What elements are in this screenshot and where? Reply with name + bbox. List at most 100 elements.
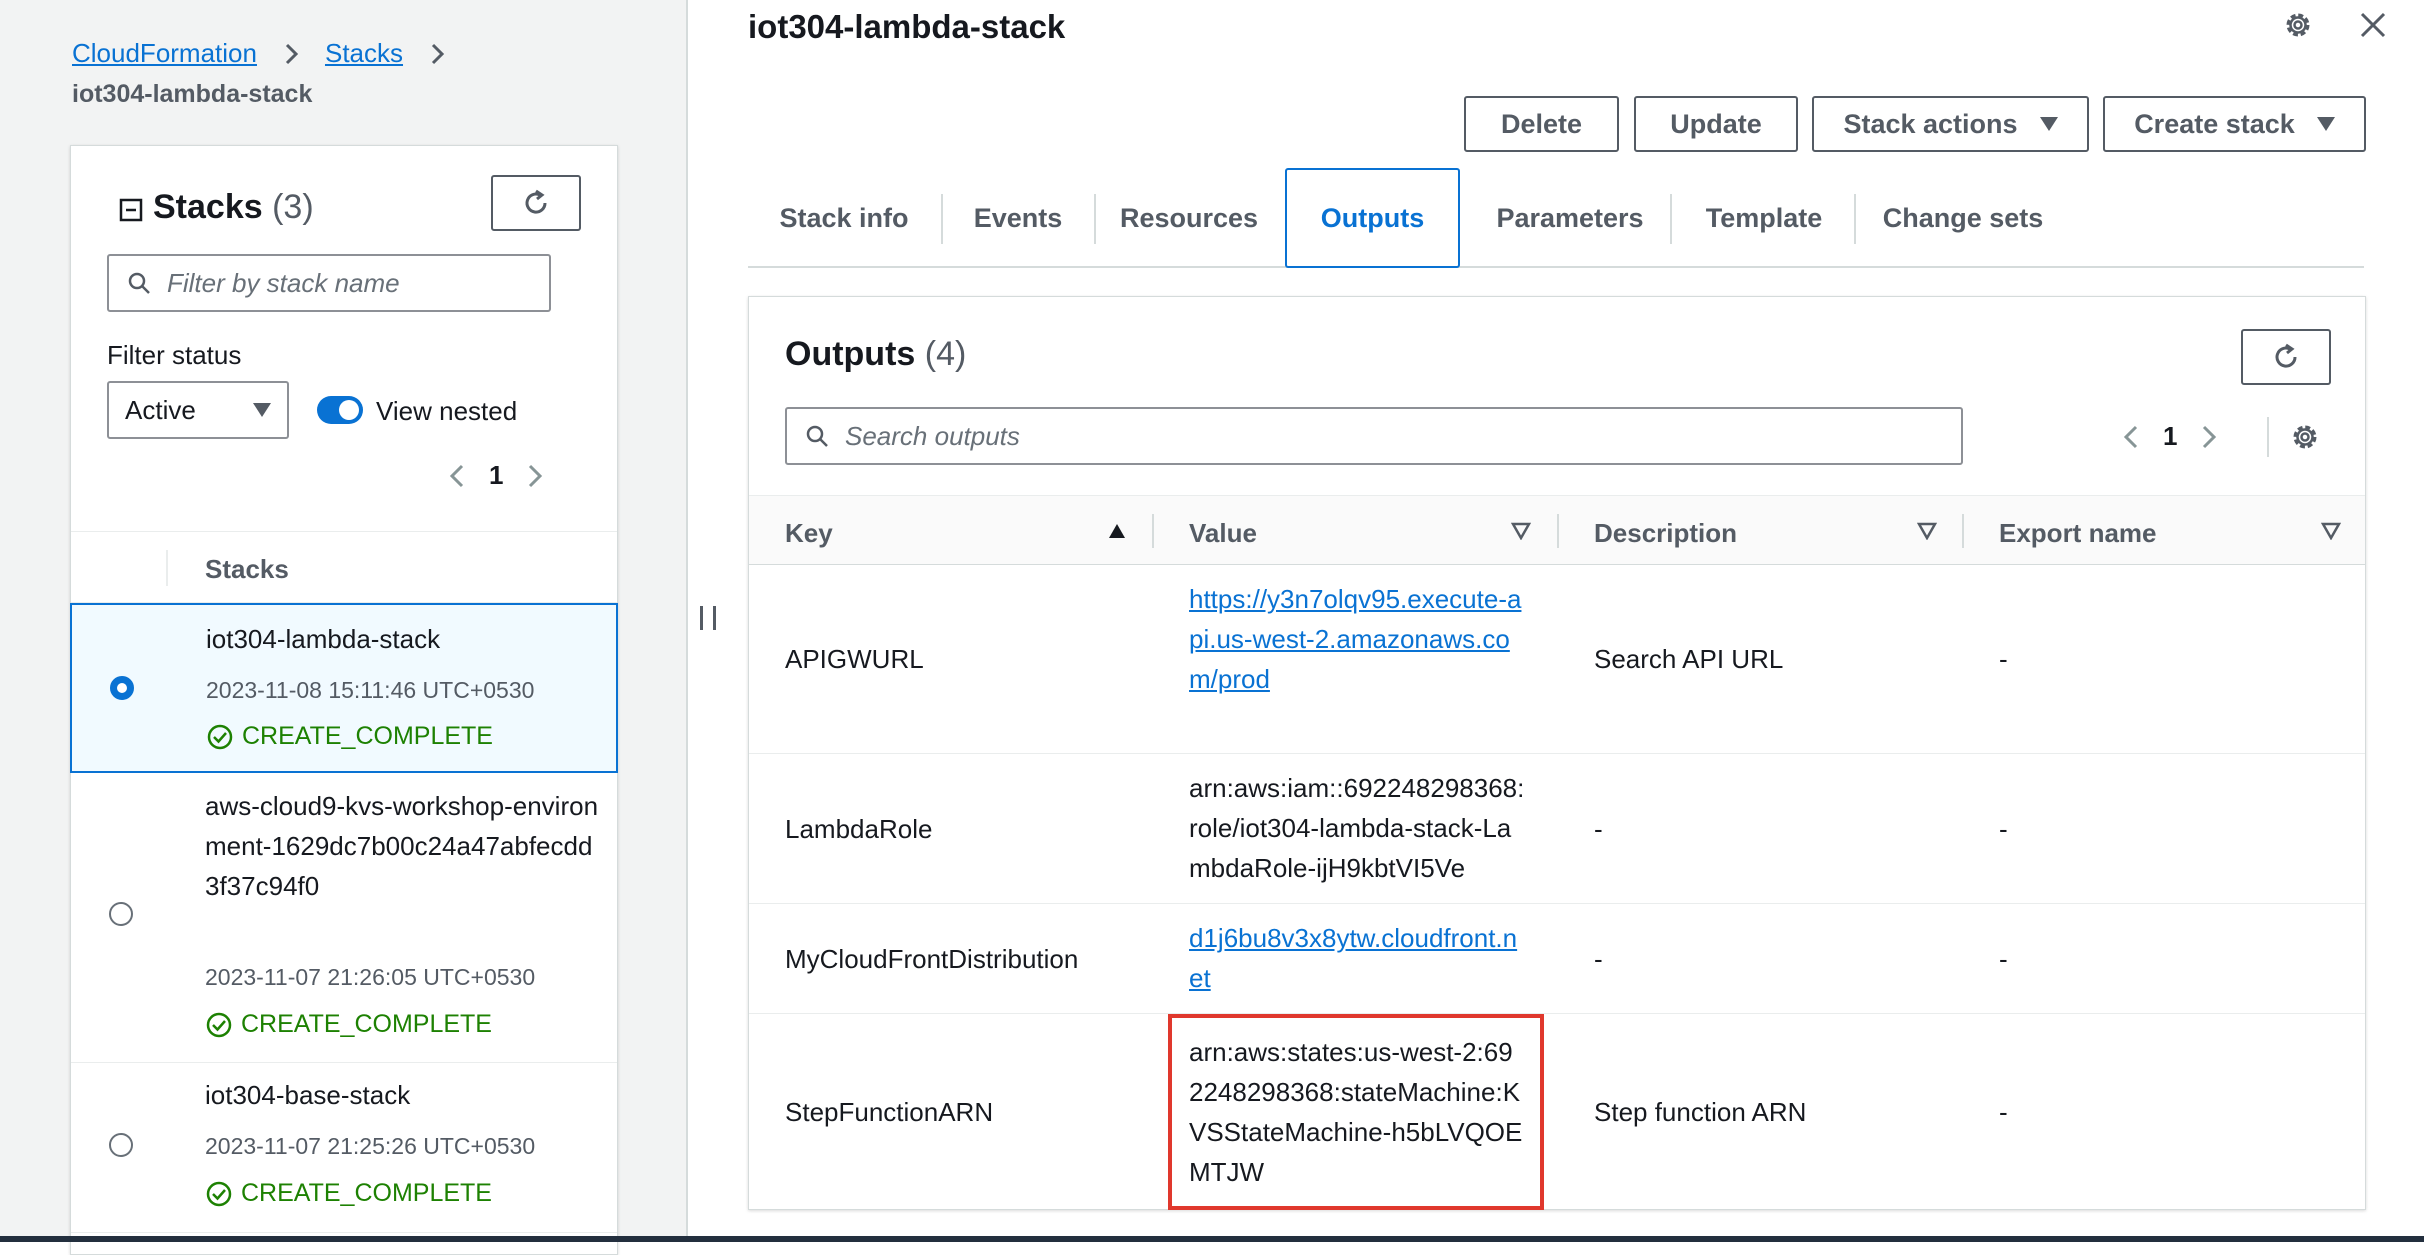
stack-radio[interactable] [110,676,134,700]
breadcrumb: CloudFormation Stacks [72,38,471,69]
stack-status: CREATE_COMPLETE [206,722,493,751]
tab-parameters[interactable]: Parameters [1462,168,1678,268]
refresh-icon [2275,343,2297,368]
settings-icon[interactable] [2282,9,2314,41]
column-header-export-name[interactable]: Export name [1999,518,2157,549]
highlight-annotation-box [1168,1014,1544,1210]
stacks-pagination: 1 [447,460,545,491]
stack-actions-label: Stack actions [1843,108,2018,139]
sort-icon[interactable] [1917,522,1937,540]
close-icon[interactable] [2357,9,2389,41]
settings-icon[interactable] [2289,421,2321,453]
output-export-name: - [1999,1097,2008,1127]
column-header-description[interactable]: Description [1594,518,1737,549]
stack-filter-input[interactable] [165,266,549,300]
tab-resources[interactable]: Resources [1096,168,1282,268]
filter-status-select[interactable]: Active [107,381,289,439]
tab-stack-info[interactable]: Stack info [748,168,940,268]
outputs-page-number[interactable]: 1 [2163,421,2177,452]
outputs-search-input[interactable] [843,419,1961,453]
filter-status-value: Active [125,394,196,425]
outputs-refresh-button[interactable] [2241,329,2331,385]
column-header-key[interactable]: Key [785,518,833,549]
search-icon [806,425,828,447]
stack-status-text: CREATE_COMPLETE [241,1010,492,1038]
check-circle-icon [206,1181,232,1206]
bottom-bar [0,1236,2424,1242]
stack-created-time: 2023-11-07 21:25:26 UTC+0530 [205,1133,536,1159]
outputs-search-field[interactable] [785,407,1963,465]
output-key: MyCloudFrontDistribution [785,944,1079,974]
outputs-table-header: Key Value Description Export name [749,495,2365,565]
chevron-right-icon [285,43,299,64]
stack-row[interactable]: iot304-base-stack 2023-11-07 21:25:26 UT… [71,1063,617,1233]
output-key: StepFunctionARN [785,1097,994,1127]
delete-button-label: Delete [1500,108,1583,139]
sort-icon[interactable] [1511,522,1531,540]
tab-change-sets[interactable]: Change sets [1856,168,2070,268]
panel-resize-handle[interactable] [700,606,716,630]
stacks-list-card: Stacks (3) Filter status Active View nes… [70,145,618,1255]
table-row: MyCloudFrontDistribution d1j6bu8v3x8ytw.… [749,904,2365,1014]
chevron-right-icon [431,43,445,64]
sort-ascending-icon[interactable] [1107,522,1127,540]
tab-events[interactable]: Events [942,168,1094,268]
breadcrumb-current: iot304-lambda-stack [72,80,313,108]
stack-radio[interactable] [109,902,133,926]
chevron-right-icon[interactable] [2199,423,2219,451]
stack-created-time: 2023-11-07 21:26:05 UTC+0530 [205,964,536,990]
outputs-heading-label: Outputs [785,335,916,373]
output-value: arn:aws:iam::692248298368:role/iot304-la… [1189,773,1525,883]
outputs-card: Outputs (4) 1 Key Value Description Expo… [748,296,2366,1210]
stack-name[interactable]: iot304-base-stack [205,1075,605,1115]
stacks-page-number[interactable]: 1 [489,460,503,491]
tab-template[interactable]: Template [1672,168,1856,268]
stack-radio[interactable] [109,1133,133,1157]
stack-name[interactable]: aws-cloud9-kvs-workshop-environment-1629… [205,786,605,906]
output-description: Search API URL [1594,644,1784,674]
chevron-left-icon[interactable] [447,462,467,490]
refresh-icon [525,189,547,214]
stack-actions-button[interactable]: Stack actions [1812,96,2089,152]
view-nested-label: View nested [376,396,518,426]
outputs-count: (4) [924,335,967,373]
table-row: APIGWURL https://y3n7olqv95.execute-api.… [749,565,2365,754]
output-export-name: - [1999,944,2008,974]
stack-row[interactable]: aws-cloud9-kvs-workshop-environment-1629… [71,774,617,1063]
stack-detail-tabs: Stack info Events Resources Outputs Para… [748,168,2364,268]
stacks-count: (3) [272,188,314,226]
update-button-label: Update [1670,108,1762,139]
filter-status-label: Filter status [107,340,242,370]
collapse-icon[interactable] [119,198,143,222]
check-circle-icon [206,1012,232,1037]
breadcrumb-cloudformation[interactable]: CloudFormation [72,38,257,69]
output-value-link[interactable]: d1j6bu8v3x8ytw.cloudfront.net [1189,918,1527,998]
search-icon [128,272,150,294]
output-value-link[interactable]: https://y3n7olqv95.execute-api.us-west-2… [1189,579,1527,699]
outputs-heading: Outputs (4) [785,335,966,374]
stacks-refresh-button[interactable] [491,175,581,231]
stack-status-text: CREATE_COMPLETE [241,1179,492,1207]
stack-status-text: CREATE_COMPLETE [242,722,493,750]
stack-name[interactable]: iot304-lambda-stack [206,619,606,659]
table-row: StepFunctionARN arn:aws:states:us-west-2… [749,1014,2365,1210]
table-row: LambdaRole arn:aws:iam::692248298368:rol… [749,754,2365,904]
create-stack-label: Create stack [2134,108,2295,139]
breadcrumb-stacks[interactable]: Stacks [325,38,403,69]
update-button[interactable]: Update [1634,96,1798,152]
stacks-side-panel: CloudFormation Stacks iot304-lambda-stac… [0,0,688,1255]
delete-button[interactable]: Delete [1464,96,1619,152]
tab-outputs[interactable]: Outputs [1285,168,1460,268]
create-stack-button[interactable]: Create stack [2103,96,2366,152]
view-nested-toggle[interactable] [317,396,363,424]
output-description: Step function ARN [1594,1097,1807,1127]
stack-row[interactable]: iot304-lambda-stack 2023-11-08 15:11:46 … [70,603,618,773]
check-circle-icon [207,724,233,749]
stack-filter-field[interactable] [107,254,551,312]
chevron-right-icon[interactable] [525,462,545,490]
column-header-value[interactable]: Value [1189,518,1257,549]
sort-icon[interactable] [2321,522,2341,540]
stacks-heading: Stacks (3) [153,188,314,227]
output-export-name: - [1999,814,2008,844]
chevron-left-icon[interactable] [2121,423,2141,451]
